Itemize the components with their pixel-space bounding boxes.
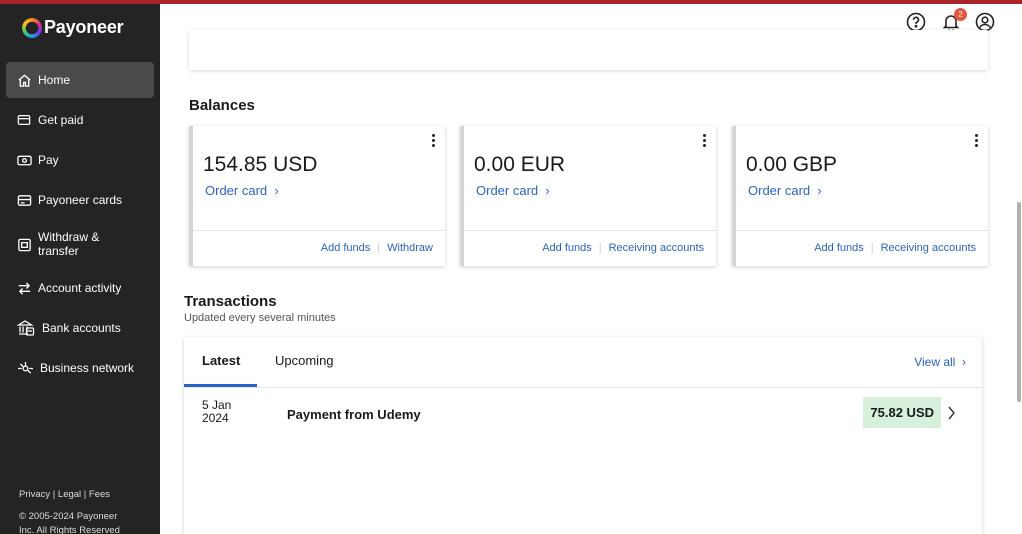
sidebar-item-bank-accounts[interactable]: Bank accounts — [6, 310, 154, 346]
transaction-amount: 75.82 USD — [863, 397, 941, 428]
bank-icon — [16, 320, 36, 336]
top-accent-bar — [0, 0, 1022, 4]
tab-upcoming[interactable]: Upcoming — [275, 353, 334, 368]
balance-actions: Add funds | Receiving accounts — [542, 242, 704, 254]
payoneer-logo-ring-icon — [22, 17, 42, 38]
tabs-divider — [184, 387, 982, 388]
privacy-link[interactable]: Privacy — [19, 489, 50, 500]
receiving-accounts-link[interactable]: Receiving accounts — [881, 242, 976, 254]
help-icon — [906, 12, 926, 32]
copyright-line-1: © 2005-2024 Payoneer — [19, 511, 118, 522]
active-tab-indicator — [184, 384, 257, 387]
sidebar-item-label: Withdraw & transfer — [38, 230, 100, 258]
transaction-date: 5 Jan 2024 — [202, 399, 231, 425]
more-options-icon[interactable] — [972, 134, 980, 150]
sidebar-item-label: Get paid — [38, 113, 84, 127]
order-card-link[interactable]: Order card › — [205, 183, 279, 198]
chevron-right-icon: › — [962, 355, 966, 369]
divider — [464, 230, 716, 231]
add-funds-link[interactable]: Add funds — [321, 242, 371, 254]
balance-amount: 154.85 USD — [203, 153, 318, 176]
balance-amount: 0.00 GBP — [746, 153, 838, 176]
transactions-subtitle: Updated every several minutes — [184, 312, 336, 324]
more-options-icon[interactable] — [429, 134, 437, 150]
add-funds-link[interactable]: Add funds — [542, 242, 592, 254]
sidebar-item-withdraw-transfer[interactable]: Withdraw & transfer — [6, 222, 154, 266]
legal-link[interactable]: Legal — [58, 489, 81, 500]
balance-card-usd: 154.85 USD Order card › Add funds | With… — [189, 126, 445, 266]
chevron-right-icon — [948, 406, 955, 420]
chevron-right-icon: › — [545, 183, 550, 198]
sidebar-nav: Home Get paid Pay Payoneer cards Withdra… — [6, 62, 154, 390]
footer-separator: | — [52, 489, 56, 500]
tab-latest[interactable]: Latest — [202, 353, 240, 368]
view-all-link[interactable]: View all › — [914, 355, 966, 369]
sidebar: Payoneer Home Get paid Pay Payoneer card… — [0, 4, 160, 534]
scrollbar-thumb[interactable] — [1017, 202, 1021, 402]
action-separator: | — [377, 242, 381, 254]
profile-button[interactable] — [975, 12, 995, 32]
sidebar-item-label: Account activity — [38, 281, 122, 295]
sidebar-item-payoneer-cards[interactable]: Payoneer cards — [6, 182, 154, 218]
balance-card-eur: 0.00 EUR Order card › Add funds | Receiv… — [460, 126, 716, 266]
help-button[interactable] — [906, 12, 926, 32]
transactions-title: Transactions — [184, 293, 277, 310]
home-icon — [16, 72, 32, 88]
balance-amount: 0.00 EUR — [474, 153, 566, 176]
network-icon — [16, 360, 34, 376]
transaction-description: Payment from Udemy — [287, 407, 421, 422]
sidebar-footer: Privacy | Legal | Fees © 2005-2024 Payon… — [19, 488, 120, 534]
transactions-card: Latest Upcoming View all › 5 Jan 2024 Pa… — [184, 337, 982, 534]
more-options-icon[interactable] — [700, 134, 708, 150]
copyright-line-2: Inc. All Rights Reserved — [19, 525, 120, 534]
divider — [736, 230, 988, 231]
sidebar-item-home[interactable]: Home — [6, 62, 154, 98]
payment-card-icon — [16, 192, 32, 208]
balances-title: Balances — [189, 97, 255, 114]
withdraw-link[interactable]: Withdraw — [387, 242, 433, 254]
sidebar-item-label: Bank accounts — [42, 321, 121, 335]
footer-separator: | — [83, 489, 87, 500]
chevron-right-icon: › — [817, 183, 822, 198]
balance-card-gbp: 0.00 GBP Order card › Add funds | Receiv… — [732, 126, 988, 266]
logo-text: Payoneer — [44, 17, 124, 37]
promo-banner-card — [189, 30, 988, 70]
sidebar-item-pay[interactable]: Pay — [6, 142, 154, 178]
action-separator: | — [870, 242, 874, 254]
action-separator: | — [598, 242, 602, 254]
chevron-right-icon: › — [274, 183, 279, 198]
sidebar-item-get-paid[interactable]: Get paid — [6, 102, 154, 138]
sidebar-item-label: Home — [38, 73, 71, 87]
add-funds-link[interactable]: Add funds — [814, 242, 864, 254]
transaction-row[interactable]: 5 Jan 2024 Payment from Udemy 75.82 USD — [184, 389, 982, 439]
divider — [193, 230, 445, 231]
balance-actions: Add funds | Receiving accounts — [814, 242, 976, 254]
balance-actions: Add funds | Withdraw — [321, 242, 433, 254]
arrows-icon — [16, 280, 32, 296]
sidebar-item-label: Payoneer cards — [38, 193, 123, 207]
sidebar-item-business-network[interactable]: Business network — [6, 350, 154, 386]
fees-link[interactable]: Fees — [89, 489, 110, 500]
user-icon — [975, 12, 995, 32]
notification-count-badge: 2 — [954, 8, 967, 21]
money-icon — [16, 152, 32, 168]
payoneer-logo[interactable]: Payoneer — [22, 17, 124, 38]
notifications-button[interactable]: 2 — [941, 8, 967, 33]
sidebar-item-label: Business network — [40, 361, 135, 375]
order-card-link[interactable]: Order card › — [748, 183, 822, 198]
order-card-link[interactable]: Order card › — [476, 183, 550, 198]
card-icon — [16, 112, 32, 128]
sidebar-item-account-activity[interactable]: Account activity — [6, 270, 154, 306]
transaction-date-year: 2024 — [202, 411, 229, 425]
withdraw-icon — [16, 236, 32, 252]
sidebar-item-label: Pay — [38, 153, 59, 167]
receiving-accounts-link[interactable]: Receiving accounts — [609, 242, 704, 254]
footer-links: Privacy | Legal | Fees — [19, 488, 120, 502]
